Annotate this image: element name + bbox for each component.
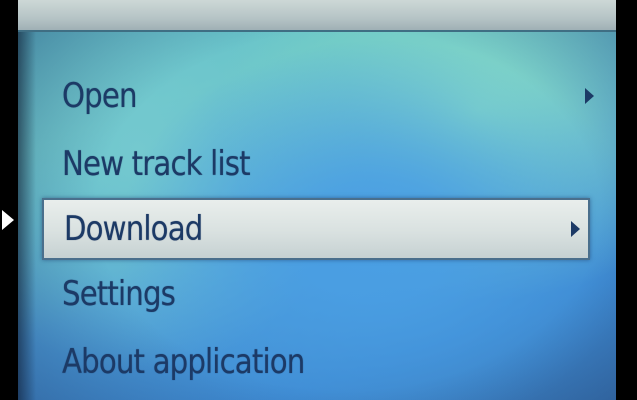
menu-item-open[interactable]: Open — [18, 62, 616, 130]
photo-frame: Open New track list Download Settings Ab… — [0, 0, 637, 400]
title-bar — [18, 0, 616, 32]
menu-item-label: About application — [62, 342, 305, 382]
menu-item-download[interactable]: Download — [42, 198, 590, 260]
chevron-right-icon — [571, 221, 580, 237]
menu-list: Open New track list Download Settings Ab… — [18, 62, 616, 396]
menu-item-label: Open — [62, 76, 138, 116]
device-screen: Open New track list Download Settings Ab… — [18, 0, 616, 400]
arrow-right-icon — [2, 210, 14, 230]
menu-item-label: Settings — [62, 274, 176, 314]
menu-item-label: New track list — [62, 144, 251, 184]
menu-item-new-track-list[interactable]: New track list — [18, 130, 616, 198]
chevron-right-icon — [585, 88, 594, 104]
menu-item-settings[interactable]: Settings — [18, 260, 616, 328]
menu-item-label: Download — [64, 209, 203, 249]
menu-item-about-application[interactable]: About application — [18, 328, 616, 396]
